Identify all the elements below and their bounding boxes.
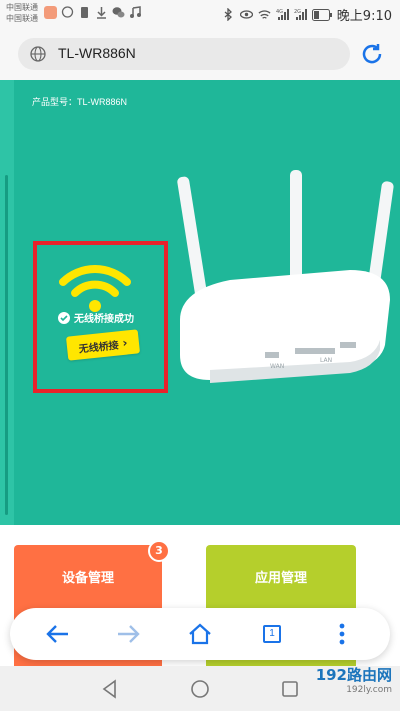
- browser-toolbar: 1: [10, 608, 390, 660]
- card-title: 设备管理: [61, 571, 114, 586]
- nav-recents-icon[interactable]: [279, 678, 301, 700]
- notification-icons: [44, 6, 142, 19]
- chevron-right-icon: ›: [121, 335, 129, 350]
- model-label: 产品型号：TL-WR886N: [32, 97, 128, 107]
- address-bar[interactable]: TL-WR886N: [18, 38, 350, 70]
- wifi-icon: [258, 10, 271, 19]
- carrier-label: 中国联通: [6, 3, 38, 12]
- carrier-label: 中国联通: [6, 14, 38, 23]
- clock: 晚上9:10: [336, 9, 392, 24]
- wechat-icon: [112, 7, 125, 18]
- forward-button[interactable]: [114, 620, 142, 648]
- battery-saver-icon: [81, 7, 88, 18]
- status-bar: 中国联通 中国联通 4G 2G 晚上9:10: [0, 0, 400, 28]
- notification-badge: 3: [148, 540, 170, 562]
- url-text[interactable]: TL-WR886N: [58, 45, 136, 61]
- arrow-left-icon: [46, 625, 68, 643]
- side-scroll-rail: [0, 80, 14, 525]
- home-icon: [189, 623, 211, 645]
- tab-count: 1: [263, 625, 281, 643]
- signal-icon: 4G: [276, 9, 289, 20]
- svg-text:4G: 4G: [276, 9, 283, 15]
- more-vertical-icon: [339, 623, 345, 645]
- status-right: 4G 2G 晚上9:10: [222, 5, 392, 24]
- arrow-right-icon: [118, 625, 140, 643]
- svg-text:WAN: WAN: [270, 363, 284, 370]
- router-image: WAN LAN: [177, 170, 394, 383]
- music-icon: [130, 6, 141, 18]
- watermark: 192路由网 192ly.com: [316, 664, 392, 695]
- bridge-success-text: 无线桥接成功: [74, 314, 134, 325]
- menu-button[interactable]: [328, 620, 356, 648]
- svg-text:2G: 2G: [294, 9, 301, 15]
- home-button[interactable]: [186, 620, 214, 648]
- app-icon: [44, 6, 57, 19]
- nav-home-icon[interactable]: [189, 678, 211, 700]
- back-button[interactable]: [44, 620, 72, 648]
- globe-icon: [30, 46, 46, 62]
- check-circle-icon: [58, 311, 70, 324]
- screen: 中国联通 中国联通 4G 2G 晚上9:10 TL-WR886N 产品型号：TL…: [0, 0, 400, 711]
- tabs-button[interactable]: 1: [258, 620, 286, 648]
- watermark-url: 192ly.com: [346, 685, 392, 695]
- reload-icon[interactable]: [358, 40, 386, 68]
- eye-icon: [239, 10, 253, 19]
- wireless-bridge-label: 无线桥接: [78, 339, 120, 356]
- wifi-icon: [59, 265, 131, 312]
- watermark-name: 192路由网: [315, 666, 392, 684]
- bridge-success-row: 无线桥接成功: [58, 310, 134, 325]
- card-title: 应用管理: [254, 571, 307, 586]
- battery-icon: [311, 8, 332, 21]
- bluetooth-icon: [224, 8, 232, 21]
- chat-icon: [61, 6, 74, 18]
- browser-address-area: TL-WR886N: [0, 28, 400, 80]
- signal-icon: 2G: [294, 9, 307, 20]
- router-banner: 产品型号：TL-WR886N WAN LAN 无线桥接成功 无线桥接 ›: [0, 80, 400, 525]
- download-icon: [97, 7, 106, 19]
- nav-back-icon[interactable]: [99, 678, 121, 700]
- scroll-track: [5, 175, 8, 515]
- svg-text:LAN: LAN: [320, 357, 332, 364]
